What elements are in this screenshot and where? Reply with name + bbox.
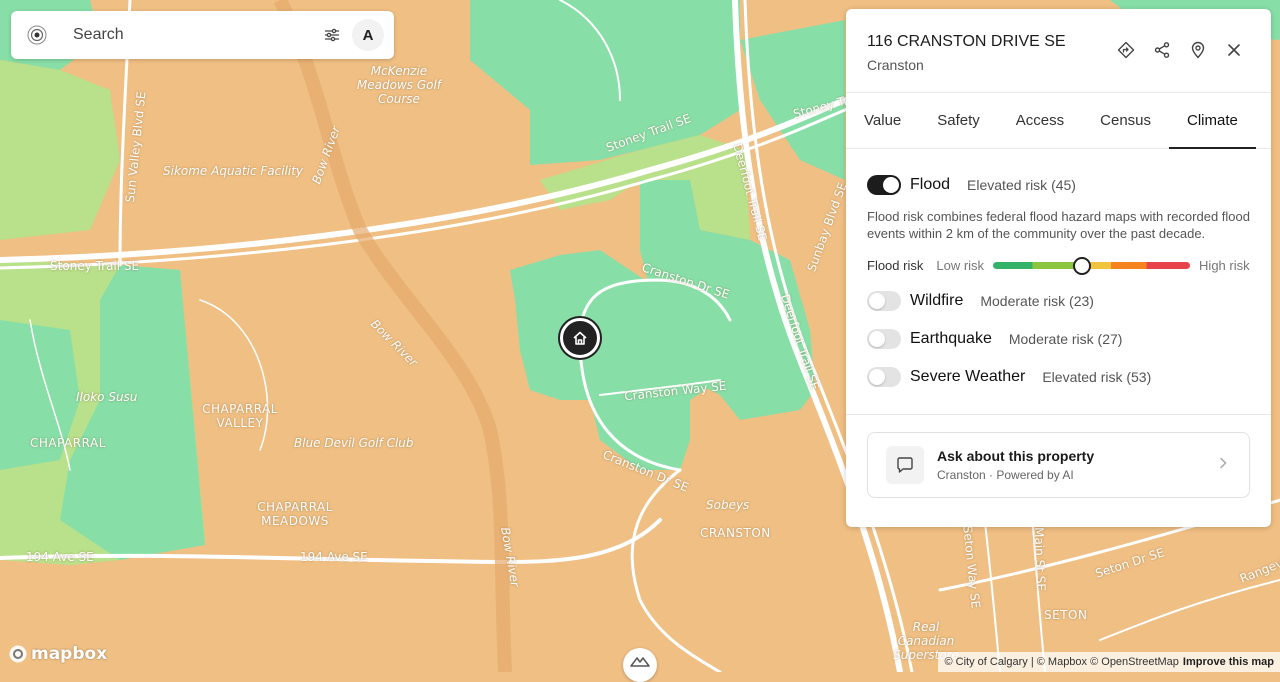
- compass-icon: [630, 657, 650, 667]
- scale-label: Flood risk: [867, 257, 924, 273]
- ask-text: Ask about this property Cranston · Power…: [937, 448, 1219, 482]
- mapbox-logo-icon: [9, 645, 27, 663]
- scale-high-label: High risk: [1199, 257, 1250, 273]
- tab-safety[interactable]: Safety: [919, 93, 998, 148]
- wildfire-label: Wildfire: [910, 292, 964, 309]
- property-panel: 116 CRANSTON DRIVE SE Cranston Value Saf…: [846, 9, 1271, 527]
- map-label-stoney-trail: Stoney Trail SE: [50, 259, 140, 273]
- ask-about-property-card[interactable]: Ask about this property Cranston · Power…: [867, 432, 1250, 498]
- ask-subtitle: Cranston · Powered by AI: [937, 468, 1074, 482]
- climate-section: Flood Elevated risk (45) Flood risk comb…: [846, 166, 1271, 498]
- flood-description: Flood risk combines federal flood hazard…: [867, 209, 1250, 241]
- property-address: 116 CRANSTON DRIVE SE: [867, 33, 1066, 50]
- map-pin-icon: [1191, 41, 1205, 59]
- section-divider: [846, 414, 1271, 415]
- mapbox-logo-text: mapbox: [31, 644, 108, 664]
- map-label-chaparral-meadows: CHAPARRAL MEADOWS: [257, 500, 333, 528]
- user-avatar[interactable]: A: [352, 19, 384, 51]
- ask-title: Ask about this property: [937, 448, 1095, 464]
- earthquake-risk-level: Moderate risk (27): [1008, 331, 1123, 347]
- risk-scale-thumb[interactable]: [1072, 256, 1091, 275]
- tab-census[interactable]: Census: [1082, 93, 1169, 148]
- improve-map-link[interactable]: Improve this map: [1183, 656, 1274, 668]
- toggle-knob: [869, 369, 885, 385]
- severe-weather-risk-level: Elevated risk (53): [1042, 369, 1152, 385]
- property-community: Cranston: [867, 57, 924, 73]
- map-label-194-ave: 194 Ave SE: [300, 550, 368, 564]
- avatar-letter: A: [362, 26, 374, 44]
- map-attribution: © City of Calgary | © Mapbox © OpenStree…: [938, 652, 1280, 672]
- attribution-text[interactable]: © City of Calgary | © Mapbox © OpenStree…: [944, 656, 1178, 668]
- toggle-knob: [869, 331, 885, 347]
- location-pin-button[interactable]: [1185, 37, 1211, 63]
- risk-gradient-bar: [993, 256, 1191, 275]
- map-label-chaparral: CHAPARRAL: [30, 436, 106, 450]
- panel-tabs: Value Safety Access Census Climate: [846, 93, 1271, 149]
- map-label-chaparral-valley: CHAPARRAL VALLEY: [202, 402, 278, 430]
- map-label-seton: SETON: [1044, 608, 1088, 622]
- property-home-marker[interactable]: [560, 318, 600, 358]
- flood-risk-level: Elevated risk (45): [967, 177, 1076, 193]
- map-label-blue-devil-golf: Blue Devil Golf Club: [294, 436, 414, 450]
- home-icon: [573, 331, 587, 345]
- header-actions: [1113, 37, 1247, 63]
- search-bar: A: [11, 11, 394, 59]
- map-label-194-ave: 194 Ave SE: [26, 550, 94, 564]
- severe-weather-toggle[interactable]: [867, 367, 901, 387]
- flood-risk-scale: Flood risk Low risk High risk: [867, 248, 1250, 282]
- directions-button[interactable]: [1113, 37, 1139, 63]
- chevron-right-icon: [1219, 456, 1227, 474]
- flood-label: Flood: [910, 176, 951, 193]
- toggle-knob: [883, 177, 899, 193]
- wildfire-risk-row: Wildfire Moderate risk (23): [867, 282, 1250, 320]
- tab-access[interactable]: Access: [998, 93, 1082, 148]
- close-button[interactable]: [1221, 37, 1247, 63]
- panel-header: 116 CRANSTON DRIVE SE Cranston: [846, 9, 1271, 93]
- toggle-knob: [869, 293, 885, 309]
- app-logo-icon[interactable]: [25, 23, 49, 47]
- map-label-aquatic-facility: Sikome Aquatic Facility: [163, 164, 304, 178]
- directions-icon: [1117, 41, 1135, 59]
- chat-icon: [886, 446, 924, 484]
- wildfire-risk-level: Moderate risk (23): [980, 293, 1094, 309]
- severe-weather-risk-row: Severe Weather Elevated risk (53): [867, 358, 1250, 396]
- compass-button[interactable]: [623, 648, 657, 682]
- map-label-sobeys: Sobeys: [706, 498, 750, 512]
- sliders-icon: [324, 28, 340, 42]
- flood-toggle[interactable]: [867, 175, 901, 195]
- share-icon: [1154, 42, 1170, 58]
- mapbox-logo[interactable]: mapbox: [8, 644, 107, 664]
- search-input[interactable]: [71, 25, 316, 45]
- tab-climate[interactable]: Climate: [1169, 93, 1256, 149]
- map-label-main-st: Main St SE: [1031, 526, 1049, 592]
- share-button[interactable]: [1149, 37, 1175, 63]
- close-icon: [1228, 44, 1240, 56]
- map-label-golf-course: McKenzie Meadows Golf Course: [356, 64, 442, 106]
- tab-value[interactable]: Value: [846, 93, 919, 148]
- severe-weather-label: Severe Weather: [910, 368, 1026, 385]
- earthquake-toggle[interactable]: [867, 329, 901, 349]
- filter-button[interactable]: [316, 19, 348, 51]
- wildfire-toggle[interactable]: [867, 291, 901, 311]
- earthquake-label: Earthquake: [910, 330, 992, 347]
- scale-low-label: Low risk: [936, 257, 985, 273]
- map-label-cranston: CRANSTON: [700, 526, 771, 540]
- earthquake-risk-row: Earthquake Moderate risk (27): [867, 320, 1250, 358]
- flood-risk-row: Flood Elevated risk (45): [867, 166, 1250, 204]
- map-label-iloko-susu: Iloko Susu: [76, 390, 138, 404]
